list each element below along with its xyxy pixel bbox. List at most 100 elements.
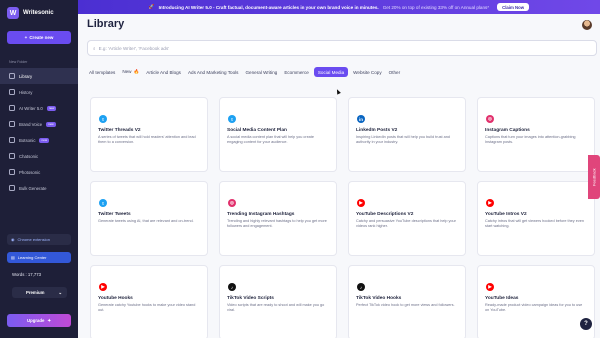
tab-all-templates[interactable]: All templates xyxy=(87,68,117,77)
card-title: YouTube Ideas xyxy=(485,296,519,301)
nav-icon xyxy=(9,169,15,175)
tab-label: General Writing xyxy=(245,69,278,75)
search-input[interactable]: ⌕ E.g: 'Article Writer', 'Facebook ads' xyxy=(87,40,597,56)
brand-name: Writesonic xyxy=(23,10,54,16)
card-description: Catchy intros that will get viewers hook… xyxy=(485,219,584,229)
nav-icon xyxy=(9,121,15,127)
tab-other[interactable]: Other xyxy=(387,68,403,77)
youtube-icon: ▶ xyxy=(357,199,365,207)
template-card[interactable]: ▶ YouTube Intros V2 Catchy intros that wil… xyxy=(477,181,595,256)
sidebar-item-bulk-generate[interactable]: Bulk Generate xyxy=(0,180,78,196)
nav-icon xyxy=(9,89,15,95)
sidebar-item-photosonic[interactable]: Photosonic xyxy=(0,164,78,180)
tab-new[interactable]: New 🔥 xyxy=(120,67,141,77)
words-count: Words : 17,773 xyxy=(12,272,42,277)
template-card[interactable]: ▶ YouTube Descriptions V2 Catchy and persu… xyxy=(348,181,466,256)
sidebar-item-label: Chatsonic xyxy=(19,153,39,159)
brand-logo[interactable]: W Writesonic xyxy=(0,0,78,26)
learning-center-button[interactable]: ▤ Learning Center xyxy=(7,252,71,263)
card-description: Catchy and persuasive YouTube descriptio… xyxy=(356,219,456,229)
tab-website-copy[interactable]: Website Copy xyxy=(351,68,384,77)
linkedin-icon: in xyxy=(357,115,365,123)
sidebar-item-botsonic[interactable]: Botsonic new xyxy=(0,132,78,148)
tiktok-icon: ♪ xyxy=(228,283,236,291)
tab-ecommerce[interactable]: Ecommerce xyxy=(282,68,311,77)
card-description: Generate tweets using AI, that are relev… xyxy=(98,219,194,223)
sidebar-item-chatsonic[interactable]: Chatsonic xyxy=(0,148,78,164)
youtube-icon: ▶ xyxy=(486,199,494,207)
card-description: Inspiring LinkedIn posts that will help … xyxy=(356,135,450,145)
tiktok-icon: ♪ xyxy=(357,283,365,291)
rocket-icon: 🚀 xyxy=(148,4,155,9)
twitter-icon: t xyxy=(228,115,236,123)
search-placeholder: E.g: 'Article Writer', 'Facebook ads' xyxy=(98,45,170,51)
chrome-extension-button[interactable]: ◉ Chrome extension xyxy=(7,234,71,245)
feedback-tab[interactable]: Feedback xyxy=(588,155,600,199)
chrome-icon: ◉ xyxy=(11,237,15,242)
template-card[interactable]: ◎ Trending Instagram Hashtags Trending and… xyxy=(219,181,337,256)
card-title: TikTok Video Hooks xyxy=(356,296,402,301)
tab-label: Website Copy xyxy=(353,69,382,75)
card-title: Trending Instagram Hashtags xyxy=(227,212,295,217)
sidebar-item-library[interactable]: Library xyxy=(0,68,78,84)
avatar[interactable] xyxy=(582,20,592,30)
card-description: Trending and highly relevant hashtags to… xyxy=(227,219,327,229)
sidebar-item-history[interactable]: History xyxy=(0,84,78,100)
nav-icon xyxy=(9,73,15,79)
create-new-button[interactable]: + Create new xyxy=(7,31,71,44)
template-card[interactable]: t Twitter Tweets Generate tweets using AI,… xyxy=(90,181,208,256)
tab-social-media[interactable]: Social Media xyxy=(313,67,349,77)
fire-icon: 🔥 xyxy=(133,69,140,74)
plan-select[interactable]: Premium ⌄ xyxy=(12,287,67,298)
card-title: Twitter Tweets xyxy=(98,212,131,217)
card-description: Video scripts that are ready to shoot an… xyxy=(227,303,325,313)
tab-label: Ecommerce xyxy=(284,69,309,75)
tab-general-writing[interactable]: General Writing xyxy=(243,68,279,77)
card-title: Instagram Captions xyxy=(485,128,530,133)
youtube-icon: ▶ xyxy=(486,283,494,291)
card-title: Twitter Threads V2 xyxy=(98,128,141,133)
sidebar-item-label: Bulk Generate xyxy=(19,185,47,191)
search-icon: ⌕ xyxy=(93,45,96,51)
nav-icon xyxy=(9,185,15,191)
sidebar-item-label: Photosonic xyxy=(19,169,41,175)
twitter-icon: t xyxy=(99,115,107,123)
banner-title: Introducing AI Writer 5.0 - Craft factua… xyxy=(158,4,379,10)
learning-center-label: Learning Center xyxy=(17,255,47,260)
template-card[interactable]: ♪ TikTok Video Scripts Video scripts that … xyxy=(219,265,337,338)
youtube-icon: ▶ xyxy=(99,283,107,291)
banner-subtitle: Get 20% on top of existing 33% off on An… xyxy=(382,4,490,10)
sidebar-item-label: Library xyxy=(19,73,33,79)
template-grid: t Twitter Threads V2 A series of tweets th… xyxy=(90,97,595,338)
upgrade-label: Upgrade xyxy=(26,318,45,323)
card-title: Youtube Hooks xyxy=(98,296,133,301)
sidebar-item-ai-writer-5-0[interactable]: AI Writer 5.0 new xyxy=(0,100,78,116)
template-card[interactable]: ▶ YouTube Ideas Ready-made product video c… xyxy=(477,265,595,338)
nav-icon xyxy=(9,153,15,159)
sidebar-item-brand-voice[interactable]: Brand Voice new xyxy=(0,116,78,132)
template-card[interactable]: t Twitter Threads V2 A series of tweets th… xyxy=(90,97,208,172)
plan-label: Premium xyxy=(26,290,45,295)
card-description: Generate catchy Youtube hooks to make yo… xyxy=(98,303,196,313)
new-badge: new xyxy=(46,121,56,127)
template-card[interactable]: ◎ Instagram Captions Captions that turn yo… xyxy=(477,97,595,172)
tab-article-and-blogs[interactable]: Article And Blogs xyxy=(144,68,183,77)
tab-label: Ads And Marketing Tools xyxy=(187,69,239,75)
instagram-icon: ◎ xyxy=(486,115,494,123)
template-card[interactable]: ▶ Youtube Hooks Generate catchy Youtube ho… xyxy=(90,265,208,338)
template-card[interactable]: in LinkedIn Posts V2 Inspiring LinkedIn po… xyxy=(348,97,466,172)
tab-ads-and-marketing-tools[interactable]: Ads And Marketing Tools xyxy=(186,68,240,77)
card-title: LinkedIn Posts V2 xyxy=(356,128,398,133)
template-card[interactable]: ♪ TikTok Video Hooks Perfect TikTok video … xyxy=(348,265,466,338)
twitter-icon: t xyxy=(99,199,107,207)
promo-banner: 🚀 Introducing AI Writer 5.0 - Craft fact… xyxy=(78,0,600,14)
claim-now-button[interactable]: Claim Now xyxy=(497,3,530,11)
logo-mark-icon: W xyxy=(7,7,19,19)
card-title: TikTok Video Scripts xyxy=(227,296,274,301)
template-card[interactable]: t Social Media Content Plan A social media… xyxy=(219,97,337,172)
new-badge: new xyxy=(46,105,57,111)
help-button[interactable]: ? xyxy=(580,318,592,330)
card-description: Perfect TikTok video hook to get more vi… xyxy=(356,303,455,307)
page-title: Library xyxy=(87,18,125,30)
upgrade-button[interactable]: Upgrade ✦ xyxy=(7,314,71,327)
